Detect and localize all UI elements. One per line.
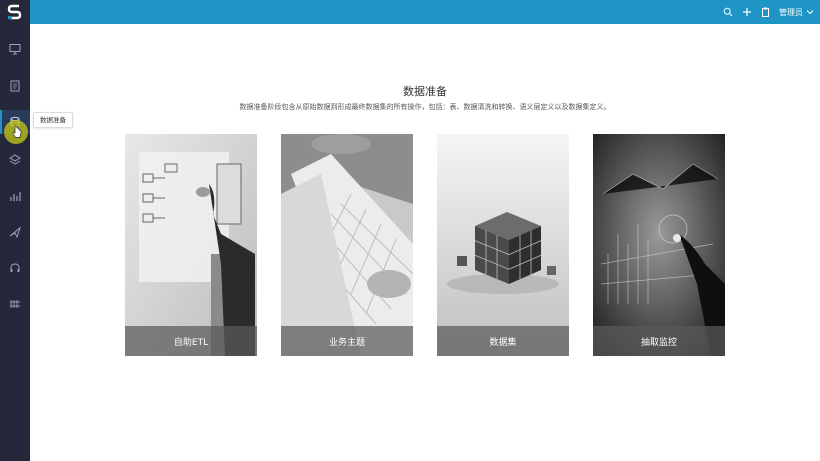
- card-label: 业务主题: [281, 326, 413, 356]
- data-screen-image: [593, 134, 725, 356]
- user-name: 管理员: [779, 7, 803, 17]
- page-title: 数据准备: [403, 85, 447, 98]
- card-self-service-etl[interactable]: 自助ETL: [125, 134, 257, 356]
- user-menu[interactable]: 管理员: [779, 7, 814, 18]
- card-dataset[interactable]: 数据集: [437, 134, 569, 356]
- topbar: 管理员: [30, 0, 820, 24]
- clipboard-icon[interactable]: [761, 7, 770, 17]
- etl-whiteboard-image: [125, 134, 257, 356]
- sidebar-item-publish[interactable]: [0, 220, 30, 244]
- card-label: 数据集: [437, 326, 569, 356]
- grid-tools-icon: [10, 300, 20, 308]
- card-business-theme[interactable]: 业务主题: [281, 134, 413, 356]
- sidebar-item-stack[interactable]: [0, 147, 30, 171]
- page-subtitle: 数据准备阶段包含从原始数据到形成最终数据集的所有操作，包括：表、数据清洗和转换、…: [239, 103, 611, 111]
- hand-cursor-icon: [12, 125, 22, 138]
- sidebar-tooltip: 数据准备: [33, 112, 73, 128]
- cube-image: [437, 134, 569, 356]
- search-icon[interactable]: [723, 7, 733, 17]
- sidebar: [0, 0, 30, 461]
- report-icon: [10, 80, 20, 92]
- monitor-icon: [9, 44, 21, 55]
- card-extraction-monitor[interactable]: 抽取监控: [593, 134, 725, 356]
- app-logo[interactable]: [0, 0, 30, 24]
- card-label: 抽取监控: [593, 326, 725, 356]
- sidebar-item-report[interactable]: [0, 74, 30, 98]
- sidebar-item-monitor[interactable]: [0, 37, 30, 61]
- stack-icon: [9, 154, 21, 165]
- add-icon[interactable]: [742, 7, 752, 17]
- bar-chart-icon: [10, 192, 21, 201]
- chevron-down-icon: [806, 10, 814, 15]
- sidebar-item-support[interactable]: [0, 256, 30, 280]
- card-label: 自助ETL: [125, 326, 257, 356]
- sidebar-item-analysis[interactable]: [0, 184, 30, 208]
- logo-icon: [7, 4, 22, 20]
- sidebar-item-tools[interactable]: [0, 292, 30, 316]
- send-icon: [9, 226, 21, 238]
- headset-icon: [10, 263, 20, 272]
- laptop-keyboard-image: [281, 134, 413, 356]
